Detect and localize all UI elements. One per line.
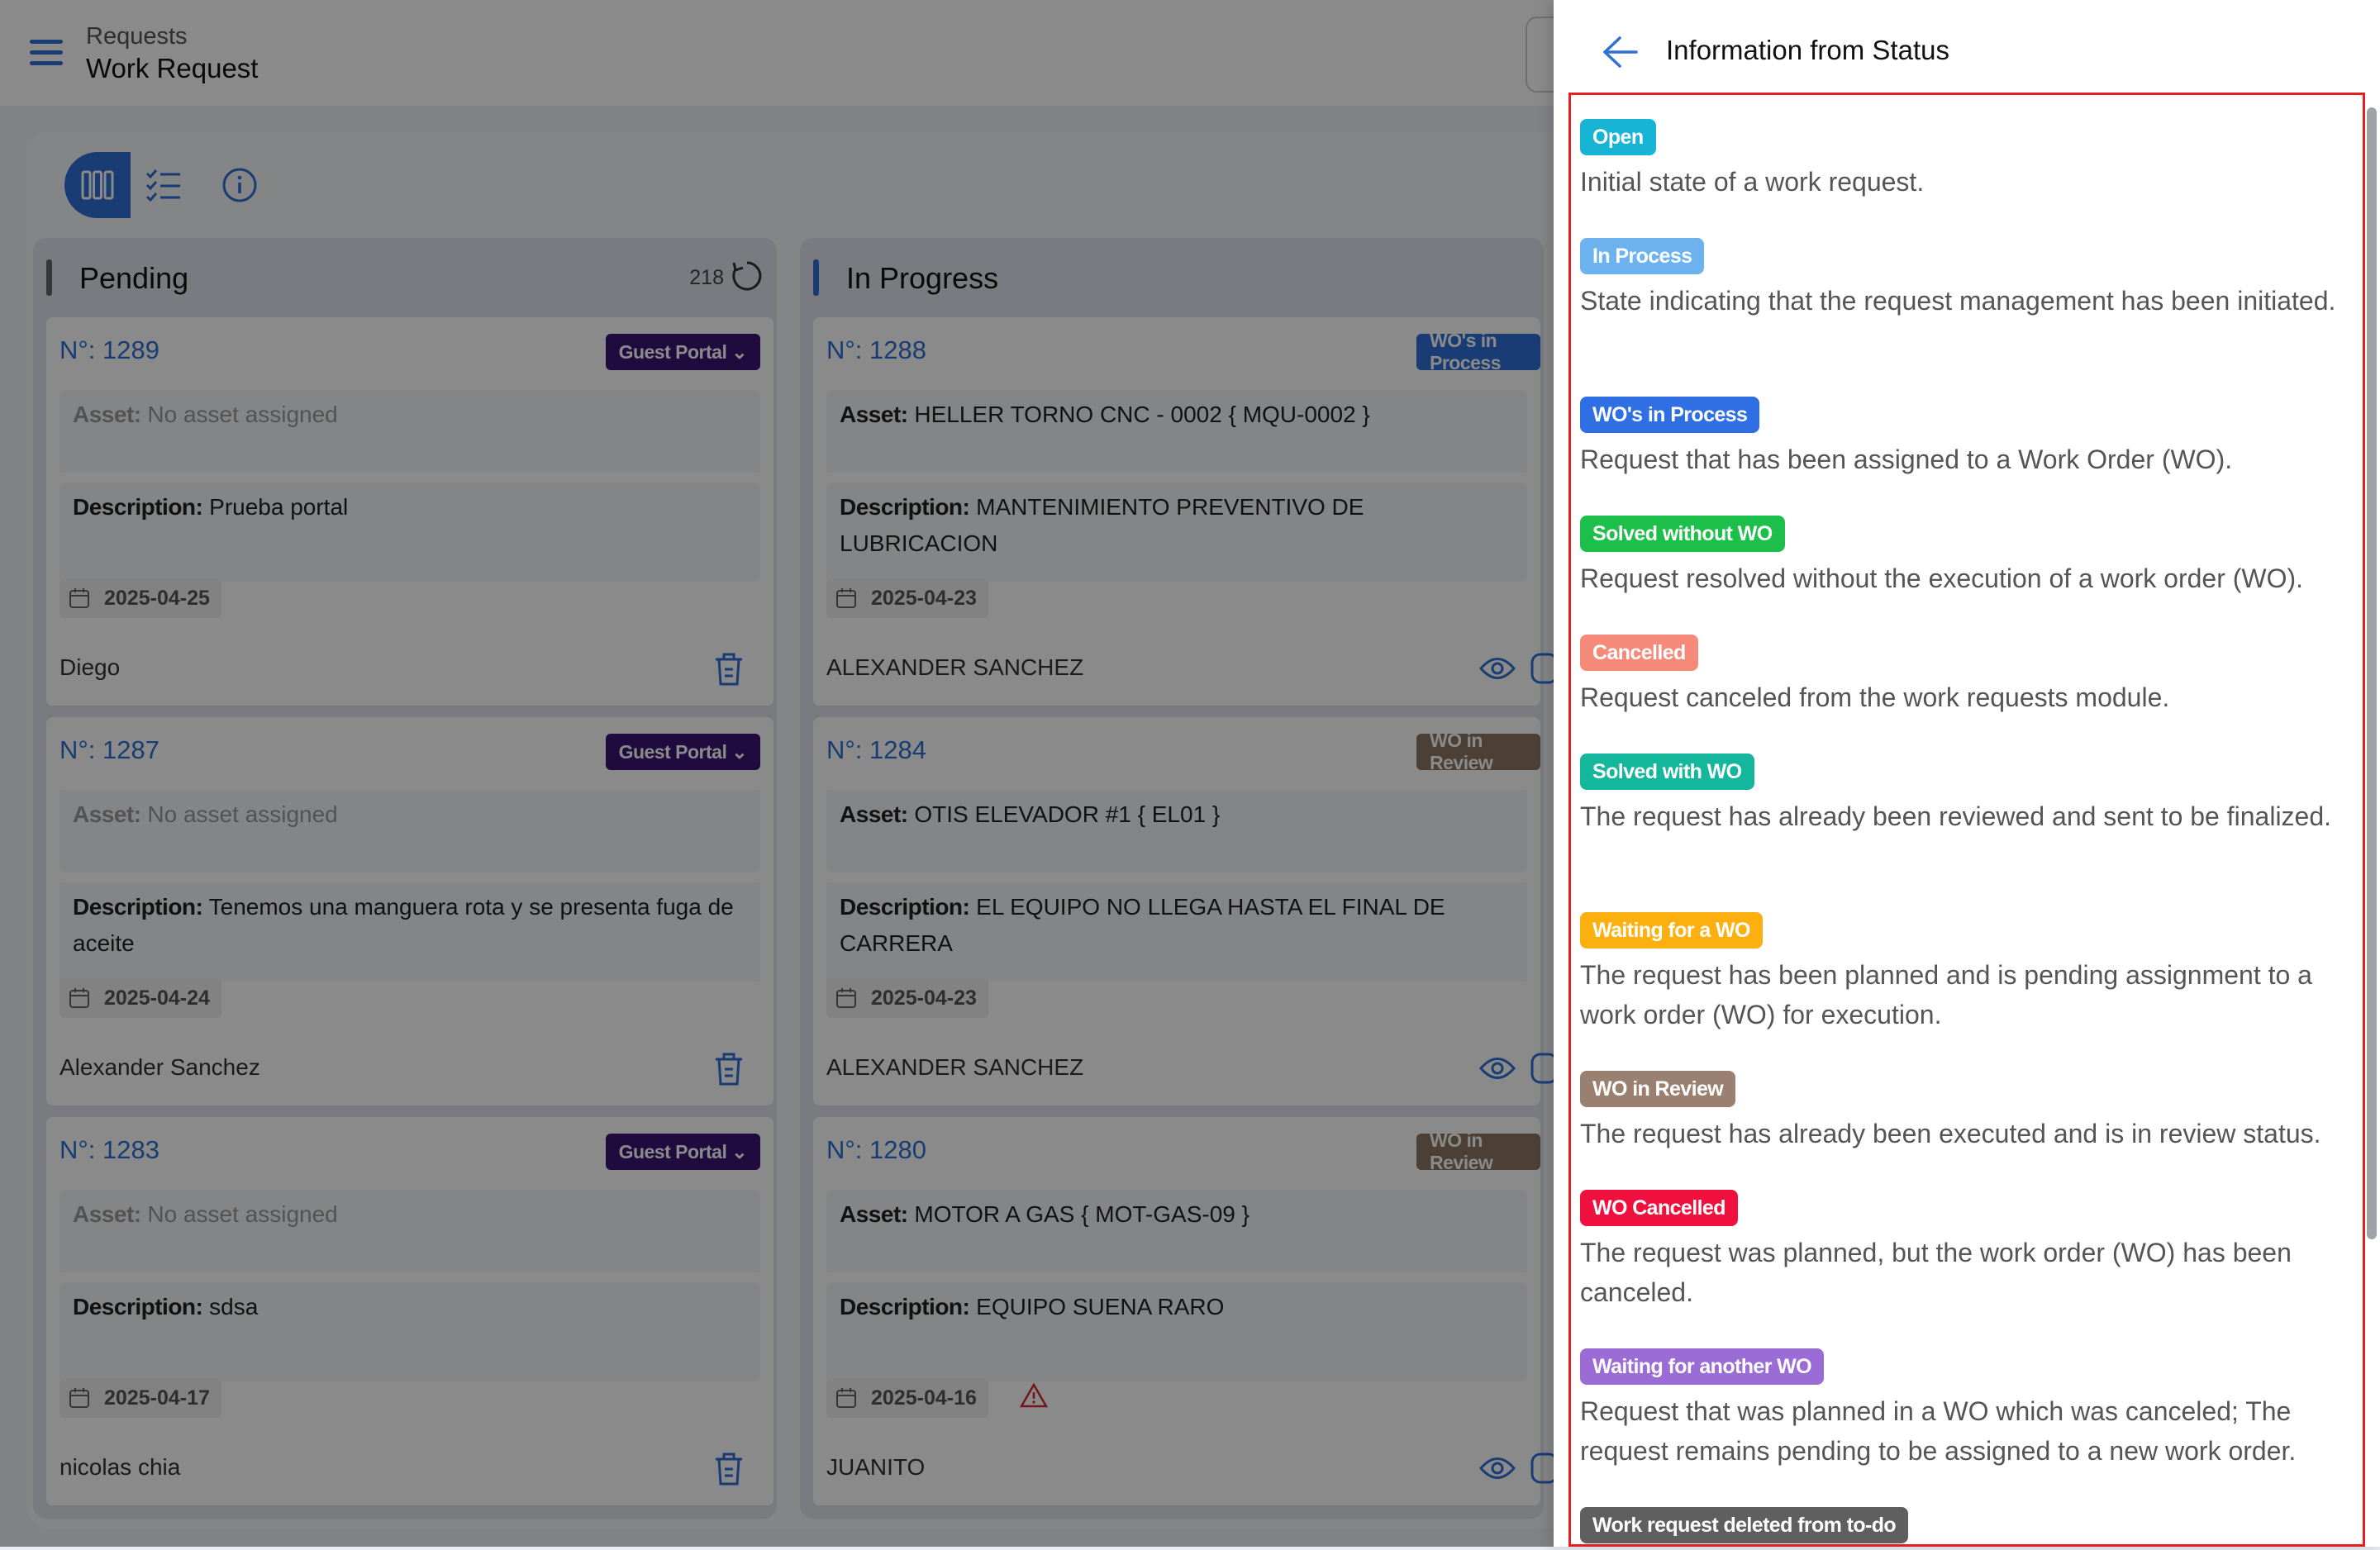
status-description: The request has already been reviewed an…	[1580, 801, 2332, 831]
back-arrow-icon[interactable]	[1600, 33, 1641, 71]
status-badge: WO in Review	[1580, 1071, 1736, 1107]
status-description: The request has been planned and is pend…	[1580, 960, 2312, 1029]
status-badge: Cancelled	[1580, 635, 1698, 671]
status-description: State indicating that the request manage…	[1580, 286, 2336, 316]
status-item: WO in Review The request has already bee…	[1580, 1071, 2349, 1153]
scrollbar[interactable]	[2367, 107, 2377, 1239]
status-description: The request has already been executed an…	[1580, 1119, 2321, 1148]
status-badge: WO Cancelled	[1580, 1190, 1738, 1226]
status-badge: Solved without WO	[1580, 516, 1785, 552]
status-badge: In Process	[1580, 238, 1705, 274]
status-description: Request resolved without the execution o…	[1580, 563, 2304, 593]
drawer-title: Information from Status	[1666, 35, 1949, 65]
status-description: The request was planned, but the work or…	[1580, 1238, 2292, 1307]
status-description: Request canceled from the work requests …	[1580, 682, 2170, 712]
status-item: Open Initial state of a work request.	[1580, 119, 2349, 202]
status-item: In Process State indicating that the req…	[1580, 238, 2349, 321]
modal-backdrop[interactable]	[0, 0, 1554, 1547]
status-badge: WO's in Process	[1580, 397, 1760, 433]
status-badge: Solved with WO	[1580, 754, 1754, 790]
status-item: Solved without WO Request resolved witho…	[1580, 516, 2349, 598]
status-badge: Waiting for another WO	[1580, 1348, 1825, 1385]
status-item: Cancelled Request canceled from the work…	[1580, 635, 2349, 717]
status-description: Request that was planned in a WO which w…	[1580, 1396, 2297, 1466]
status-info-drawer: Information from Status Open Initial sta…	[1554, 0, 2380, 1547]
status-item: WO Cancelled The request was planned, bu…	[1580, 1190, 2349, 1312]
status-item: Waiting for a WO The request has been pl…	[1580, 912, 2349, 1034]
status-item: WO's in Process Request that has been as…	[1580, 397, 2349, 479]
status-description: Initial state of a work request.	[1580, 167, 1925, 197]
status-badge: Open	[1580, 119, 1656, 155]
status-item: Work request deleted from to-do	[1580, 1507, 2349, 1550]
status-badge: Work request deleted from to-do	[1580, 1507, 1909, 1543]
status-item: Waiting for another WO Request that was …	[1580, 1348, 2349, 1471]
status-description: Request that has been assigned to a Work…	[1580, 445, 2233, 474]
status-badge: Waiting for a WO	[1580, 912, 1763, 949]
status-item: Solved with WO The request has already b…	[1580, 754, 2349, 836]
